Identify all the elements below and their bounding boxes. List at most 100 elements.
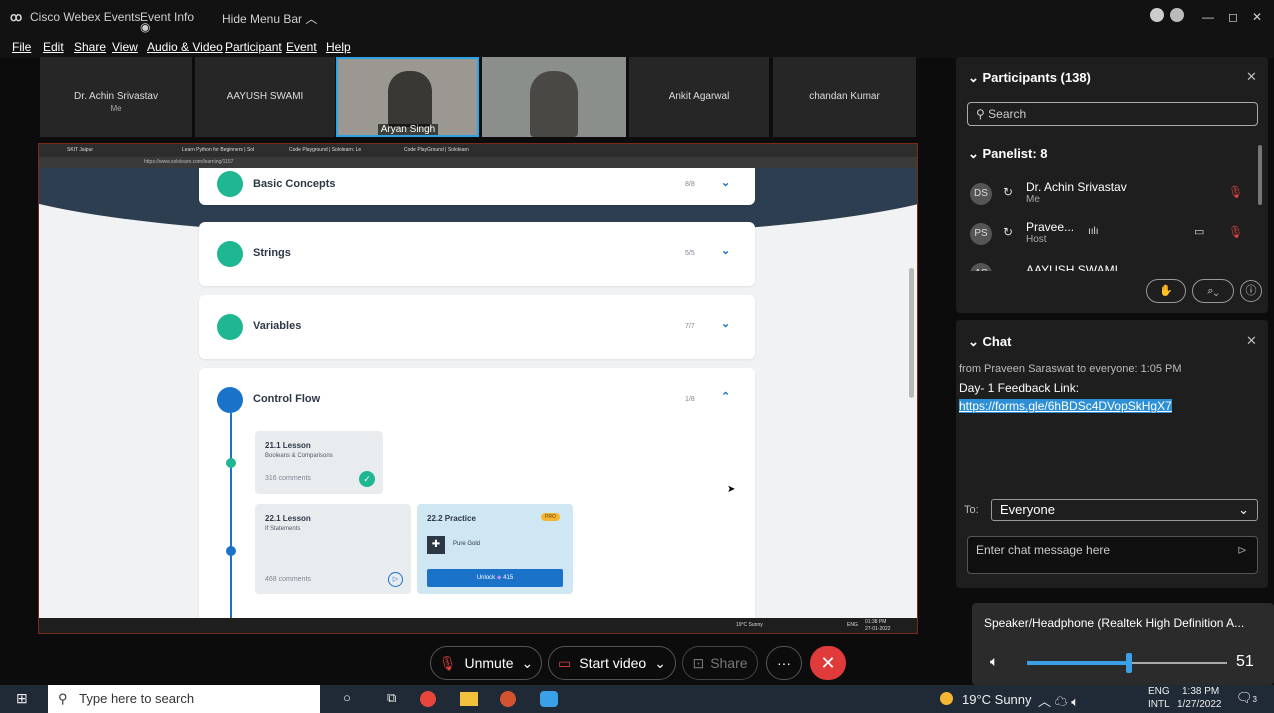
video-tile[interactable] (482, 57, 626, 137)
chat-link[interactable]: https://forms.gle/6hBDSc4DVopSkHgX7 (959, 399, 1172, 413)
menu-audio-video[interactable]: Audio & Video (147, 40, 223, 54)
panel-scrollbar[interactable] (1258, 145, 1262, 205)
menu-help[interactable]: Help (326, 40, 351, 54)
taskbar-search[interactable]: ⚲ Type here to search (48, 685, 320, 713)
module-progress: 7/7 (685, 323, 695, 330)
weather-text[interactable]: 19°C Sunny (962, 692, 1032, 707)
cortana-icon[interactable]: ○ (343, 690, 351, 705)
lesson-card[interactable]: 21.1 Lesson Booleans & Comparisons 316 c… (255, 431, 383, 494)
video-tile[interactable]: Ankit Agarwal (629, 57, 769, 137)
browser-tab[interactable]: Code PlayGround | Sololearn (404, 147, 469, 153)
participant-row[interactable]: PS ↻ Pravee... Host ıılı ▭ 🎙︎ (970, 217, 1260, 251)
chevron-down-icon[interactable]: ⌄ (721, 317, 730, 330)
chat-title[interactable]: ⌄ Chat (968, 334, 1011, 350)
close-icon[interactable]: ✕ (1246, 69, 1257, 85)
practice-card[interactable]: 22.2 Practice PRO ✚ Pure Gold Unlock ◆ 4… (417, 504, 573, 594)
chrome-icon[interactable] (420, 691, 436, 707)
notification-icon[interactable]: 🗨︎3 (1236, 690, 1257, 706)
video-tile[interactable]: Dr. Achin Srivastav Me (40, 57, 192, 137)
menu-participant[interactable]: Participant (225, 40, 282, 54)
share-button[interactable]: ⊡ Share (682, 646, 758, 680)
powerpoint-icon[interactable] (500, 691, 516, 707)
profile-icon[interactable] (1150, 8, 1164, 22)
module-card-strings[interactable]: Strings 5/5 ⌄ (199, 222, 755, 286)
module-card-variables[interactable]: Variables 7/7 ⌄ (199, 295, 755, 359)
close-icon[interactable]: ✕ (1246, 333, 1257, 349)
lesson-card[interactable]: 22.1 Lesson If Statements 468 comments ▷ (255, 504, 411, 594)
video-tile-active[interactable]: Aryan Singh (336, 57, 479, 137)
file-explorer-icon[interactable] (460, 692, 478, 706)
participant-row[interactable]: DS ↻ Dr. Achin Srivastav Me 🎙︎ (970, 177, 1260, 211)
participants-title[interactable]: ⌄ Participants (138) (968, 70, 1091, 86)
chevron-down-icon[interactable]: ⌄ (721, 176, 730, 189)
module-title: Basic Concepts (253, 178, 336, 190)
task-view-icon[interactable]: ⧉ (387, 690, 396, 706)
video-tile[interactable]: AAYUSH SWAMI (195, 57, 335, 137)
lang-bottom[interactable]: INTL (1148, 699, 1170, 710)
module-card-control-flow[interactable]: Control Flow 1/8 ⌃ 21.1 Lesson Booleans … (199, 368, 755, 618)
chevron-down-icon[interactable]: ⌄ (721, 244, 730, 257)
reactions-button[interactable]: ⌕⌄ (1192, 279, 1234, 303)
cursor-icon: ➤ (727, 484, 736, 495)
volume-thumb[interactable] (1126, 653, 1132, 673)
status-icon[interactable] (1170, 8, 1184, 22)
practice-label: 22.2 Practice (427, 514, 476, 523)
menu-event[interactable]: Event (286, 40, 317, 54)
webex-icon[interactable] (540, 691, 558, 707)
participant-name: Pravee... (1026, 220, 1075, 234)
mic-muted-icon[interactable]: 🎙︎ (1228, 225, 1243, 239)
video-tile[interactable]: chandan Kumar (773, 57, 916, 137)
play-icon[interactable]: ▷ (388, 572, 403, 587)
lesson-comments[interactable]: 316 comments (265, 475, 311, 482)
participant-row[interactable]: AS AAYUSH SWAMI (970, 257, 1260, 271)
lang-text: ENG (847, 622, 858, 628)
video-icon[interactable]: ▭ (1194, 225, 1204, 238)
end-call-button[interactable]: ✕ (810, 646, 846, 680)
info-icon[interactable]: ⓘ (1240, 280, 1262, 302)
sync-icon: ↻ (1003, 225, 1014, 239)
browser-tab[interactable]: SKIT Jaipur (67, 147, 93, 153)
maximize-icon[interactable]: ◻ (1228, 10, 1238, 24)
speaker-icon[interactable]: 🔈︎ (990, 653, 998, 670)
chat-input[interactable]: Enter chat message here ⊳ (967, 536, 1258, 574)
raise-hand-button[interactable]: ✋ (1146, 279, 1186, 303)
unmute-button[interactable]: 🎙︎ Unmute ⌄ (430, 646, 542, 680)
lang-top[interactable]: ENG (1148, 686, 1170, 697)
event-info-button[interactable]: ◉ Event Info (140, 10, 194, 34)
clock-date[interactable]: 1/27/2022 (1177, 699, 1222, 710)
minimize-icon[interactable]: — (1202, 10, 1214, 24)
menu-view[interactable]: View (112, 40, 138, 54)
hide-menu-button[interactable]: Hide Menu Bar ︿ (222, 10, 317, 27)
time-text: 01:38 PM (865, 619, 887, 625)
url-text[interactable]: https://www.sololearn.com/learning/1157 (144, 159, 233, 165)
volume-slider[interactable] (1027, 653, 1227, 673)
browser-address-bar[interactable]: https://www.sololearn.com/learning/1157 (39, 157, 917, 168)
recipient-select[interactable]: Everyone ⌄ (991, 499, 1258, 521)
unlock-button[interactable]: Unlock ◆ 415 (427, 569, 563, 587)
start-video-button[interactable]: ▭ Start video ⌄ (548, 646, 676, 680)
lesson-comments[interactable]: 468 comments (265, 576, 311, 583)
more-button[interactable]: ··· (766, 646, 802, 680)
module-card-basic-concepts[interactable]: Basic Concepts 8/8 ⌄ (199, 168, 755, 205)
windows-start-icon[interactable]: ⊞ (16, 690, 28, 707)
search-icon: ⚲ (976, 107, 985, 121)
panelist-header[interactable]: ⌄ Panelist: 8 (968, 146, 1048, 162)
mic-muted-icon[interactable]: 🎙︎ (1228, 185, 1243, 199)
lesson-label: 21.1 Lesson (265, 441, 311, 450)
page-scrollbar[interactable] (909, 268, 914, 398)
clock-time[interactable]: 1:38 PM (1182, 686, 1219, 697)
menu-edit[interactable]: Edit (43, 40, 64, 54)
search-input[interactable]: ⚲ Search (967, 102, 1258, 126)
audio-device-name[interactable]: Speaker/Headphone (Realtek High Definiti… (984, 616, 1244, 630)
menu-file[interactable]: File (12, 40, 31, 54)
browser-tab[interactable]: Learn Python for Beginners | Sol (182, 147, 254, 153)
gem-icon: ◆ (496, 575, 502, 581)
puzzle-icon: ✚ (427, 536, 445, 554)
close-icon[interactable]: ✕ (1252, 10, 1262, 24)
menu-share[interactable]: Share (74, 40, 106, 54)
module-title: Control Flow (253, 393, 321, 405)
tray-icons[interactable]: ︿ ☁ 🔈︎ (1038, 691, 1079, 710)
chevron-up-icon[interactable]: ⌃ (721, 390, 730, 403)
send-icon[interactable]: ⊳ (1237, 543, 1247, 557)
browser-tab[interactable]: Code Playground | Sololearn: Le (289, 147, 361, 153)
